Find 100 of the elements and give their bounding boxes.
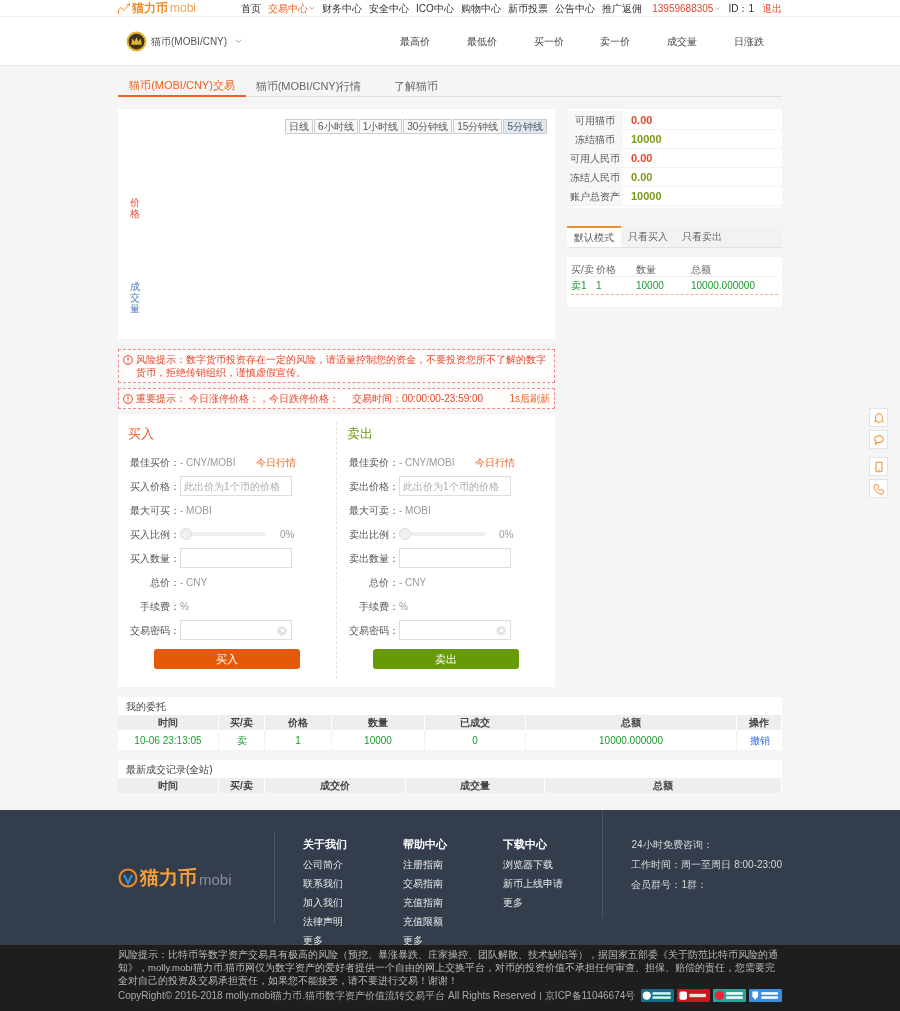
password-field[interactable] [399, 620, 511, 640]
field-label: 交易密码： [129, 623, 180, 638]
fee-value: % [180, 599, 189, 614]
footer-link[interactable]: 公司简介 [303, 856, 404, 872]
stat-label: 成交量 [666, 34, 698, 49]
contact-text: 工作时间：周一至周日 8:00-23:00 [631, 858, 782, 872]
nav-link[interactable]: 推广返佣 [601, 0, 642, 16]
icp-link[interactable]: 京ICP备11046674号 [544, 988, 636, 1003]
footer-link[interactable]: 新币上线申请 [502, 875, 603, 891]
contact-button[interactable] [869, 457, 888, 476]
nav-link[interactable]: ICO中心 [416, 0, 454, 16]
balance-label: 可用猫币 [567, 111, 623, 129]
table-cell-text: 10000.000000 [691, 279, 756, 293]
footer-link[interactable]: 联系我们 [303, 875, 404, 891]
table-cell-text: 1 [596, 279, 603, 293]
column-header: 时间 [118, 778, 219, 793]
footer-link[interactable]: 注册指南 [403, 856, 503, 872]
table-cell: 卖 [219, 730, 265, 750]
logo-text: mobi [199, 871, 232, 887]
caret-icon [715, 6, 721, 10]
user-id: ID：1 [728, 1, 754, 16]
market-link[interactable]: 今日行情 [256, 454, 296, 470]
trading-hours: 交易时间：00:00:00-23:59:00 [352, 392, 484, 406]
nav-link[interactable]: 财务中心 [322, 0, 362, 16]
footer-heading: 帮助中心 [403, 837, 449, 852]
field-label: 买入比例： [129, 527, 180, 542]
handset-icon [872, 482, 885, 495]
period-button[interactable]: 5分钟线 [503, 119, 547, 134]
fee-value: % [399, 599, 408, 614]
price-input[interactable]: 此出价为1个币的价格 [399, 476, 511, 496]
nav-link[interactable]: 首页 [241, 0, 261, 16]
axis-label: 成交量 [130, 281, 140, 314]
column-header: 价格 [265, 715, 332, 730]
amount-input[interactable] [180, 548, 292, 568]
tab[interactable]: 猫币(MOBI/CNY)行情 [246, 75, 371, 97]
nav-link[interactable]: 安全中心 [369, 0, 409, 16]
risk-notice: 风险提示：数字货币投资存在一定的风险，请适量控制您的资金，不要投资您所不了解的数字货币，拒绝传销组织，谨慎虚假宣传。 [136, 353, 547, 379]
copyright-text: CopyRight© 2016-2018 molly.mobi猫力币.猫币数字资产价值流转交易平台 All Rights Reserved [118, 989, 536, 1003]
column-header: 成交价 [265, 778, 406, 793]
period-button[interactable]: 6小时线 [314, 119, 358, 134]
table-cell-text: 10000 [636, 279, 665, 293]
contact-text: 24小时免费咨询： [631, 838, 714, 852]
password-field[interactable] [180, 620, 292, 640]
table-cell-text: 卖1 [571, 279, 588, 293]
nav-link[interactable]: 公告中心 [554, 0, 595, 16]
contact-button[interactable] [869, 408, 888, 427]
period-button[interactable]: 日线 [285, 119, 314, 134]
tab[interactable]: 了解猫币 [371, 75, 461, 97]
contact-button[interactable] [869, 479, 888, 498]
period-button[interactable]: 15分钟线 [453, 119, 503, 134]
logo-text: 猫力币 [140, 868, 197, 887]
balance-value: 0.00 [631, 152, 653, 164]
balance-label: 账户总资产 [567, 187, 623, 205]
field-label: 卖出数量： [348, 551, 399, 566]
footer-link[interactable]: 交易指南 [403, 875, 503, 891]
footer-link[interactable]: 浏览器下载 [502, 856, 603, 872]
phone-link[interactable]: 13959688305 [652, 0, 721, 16]
contact-button[interactable] [869, 430, 888, 449]
ratio-reading: 0% [280, 527, 295, 542]
balance-value: 0.00 [631, 171, 653, 183]
slider-handle[interactable] [180, 528, 192, 540]
footer-link[interactable]: 更多 [303, 932, 404, 948]
footer-link[interactable]: 充值限额 [403, 913, 503, 929]
nav-link[interactable]: 新币投票 [507, 0, 548, 16]
period-button[interactable]: 30分钟线 [403, 119, 453, 134]
table-cell: 10-06 23:13:05 [118, 730, 219, 750]
field-label: 买入数量： [129, 551, 180, 566]
stat-label: 卖一价 [599, 34, 632, 49]
certification-seal-icon [641, 988, 674, 1003]
cancel-link[interactable]: 撤销 [749, 732, 770, 748]
form-title: 买入 [128, 425, 155, 443]
period-button[interactable]: 1小时线 [358, 119, 403, 134]
amount-input[interactable] [399, 548, 511, 568]
price-input[interactable]: 此出价为1个币的价格 [180, 476, 292, 496]
coin-selector[interactable]: 猫币(MOBI/CNY) [118, 30, 382, 52]
table-cell: 10000 [332, 730, 425, 750]
mode-tab[interactable]: 只看卖出 [675, 226, 729, 247]
nav-link[interactable]: 购物中心 [460, 0, 501, 16]
certification-seal-icon [749, 988, 782, 1003]
risk-disclaimer: 风险提示：比特币等数字资产交易具有极高的风险（预挖、暴涨暴跌、庄家操控、团队解散、技术缺陷等），据国家五部委《关于防范比特币风险的通知》，molly.mobi猫力币.猫币网仅为数字资产的爱好者提供一个自由的网上交换平台，对币的投资价值不承担任何审查、担保、赔偿的责任，您需要完全对自己的投资及交易承担责任，如果您不能接受，请不要进行交易！谢谢！ [118, 948, 779, 987]
field-label: 总价： [149, 575, 180, 590]
column-header: 总额 [545, 778, 782, 793]
market-link[interactable]: 今日行情 [475, 454, 515, 470]
mode-tab[interactable]: 默认模式 [567, 226, 621, 247]
field-label: 交易密码： [348, 623, 399, 638]
caret-icon [235, 39, 243, 43]
max-value: - MOBI [399, 503, 431, 518]
mode-tab[interactable]: 只看买入 [621, 226, 675, 247]
form-title: 卖出 [347, 425, 374, 443]
axis-label: 价格 [130, 197, 140, 219]
submit-button[interactable]: 买入 [154, 649, 300, 669]
footer-link[interactable]: 加入我们 [303, 894, 404, 910]
footer-link[interactable]: 充值指南 [403, 894, 503, 910]
logout-link[interactable]: 退出 [762, 0, 782, 16]
footer-link[interactable]: 更多 [403, 932, 503, 948]
footer-link[interactable]: 更多 [502, 894, 603, 910]
footer-link[interactable]: 法律声明 [303, 913, 404, 929]
stat-label: 最低价 [466, 34, 498, 49]
total-value: - CNY [399, 575, 427, 590]
slider-handle[interactable] [399, 528, 411, 540]
